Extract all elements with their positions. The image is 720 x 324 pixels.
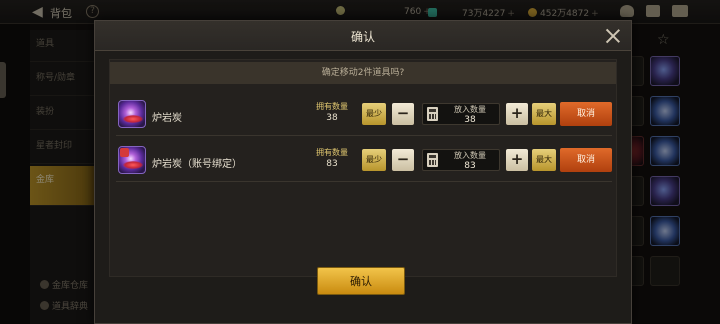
item-row: 炉岩炭 拥有数量 38 最少 − 放入数量 38 + 最大 取消 xyxy=(116,98,612,136)
close-icon[interactable] xyxy=(603,26,623,46)
min-button[interactable]: 最少 xyxy=(362,149,386,171)
account-bound-icon xyxy=(120,148,129,157)
owned-count: 拥有数量 83 xyxy=(316,148,348,169)
calculator-icon[interactable] xyxy=(427,153,438,167)
calculator-icon[interactable] xyxy=(427,107,438,121)
put-quantity-value: 83 xyxy=(464,161,476,171)
min-button[interactable]: 最少 xyxy=(362,103,386,125)
max-button[interactable]: 最大 xyxy=(532,103,556,125)
decrease-button[interactable]: − xyxy=(392,103,414,125)
dialog-header: 确认 xyxy=(95,21,631,51)
dialog-title: 确认 xyxy=(350,30,375,44)
lava-rock-charcoal-icon xyxy=(118,100,146,128)
confirm-prompt: 确定移动2件道具吗? xyxy=(110,62,616,84)
cancel-button[interactable]: 取消 xyxy=(560,148,612,172)
increase-button[interactable]: + xyxy=(506,149,528,171)
put-quantity-value: 38 xyxy=(464,115,476,125)
item-row: 炉岩炭（账号绑定） 拥有数量 83 最少 − 放入数量 83 + 最大 取消 xyxy=(116,144,612,182)
decrease-button[interactable]: − xyxy=(392,149,414,171)
item-name: 炉岩炭（账号绑定） xyxy=(152,159,242,170)
dialog-body: 确定移动2件道具吗? 炉岩炭 拥有数量 38 最少 − 放入数量 38 + 最大… xyxy=(109,59,617,277)
cancel-button[interactable]: 取消 xyxy=(560,102,612,126)
increase-button[interactable]: + xyxy=(506,103,528,125)
item-name: 炉岩炭 xyxy=(152,113,182,124)
put-quantity-field[interactable]: 放入数量 38 xyxy=(422,103,500,125)
max-button[interactable]: 最大 xyxy=(532,149,556,171)
put-quantity-field[interactable]: 放入数量 83 xyxy=(422,149,500,171)
confirm-button[interactable]: 确认 xyxy=(317,267,405,295)
confirm-dialog: 确认 确定移动2件道具吗? 炉岩炭 拥有数量 38 最少 − 放入数量 38 +… xyxy=(94,20,632,324)
owned-count: 拥有数量 38 xyxy=(316,102,348,123)
lava-rock-charcoal-bound-icon xyxy=(118,146,146,174)
